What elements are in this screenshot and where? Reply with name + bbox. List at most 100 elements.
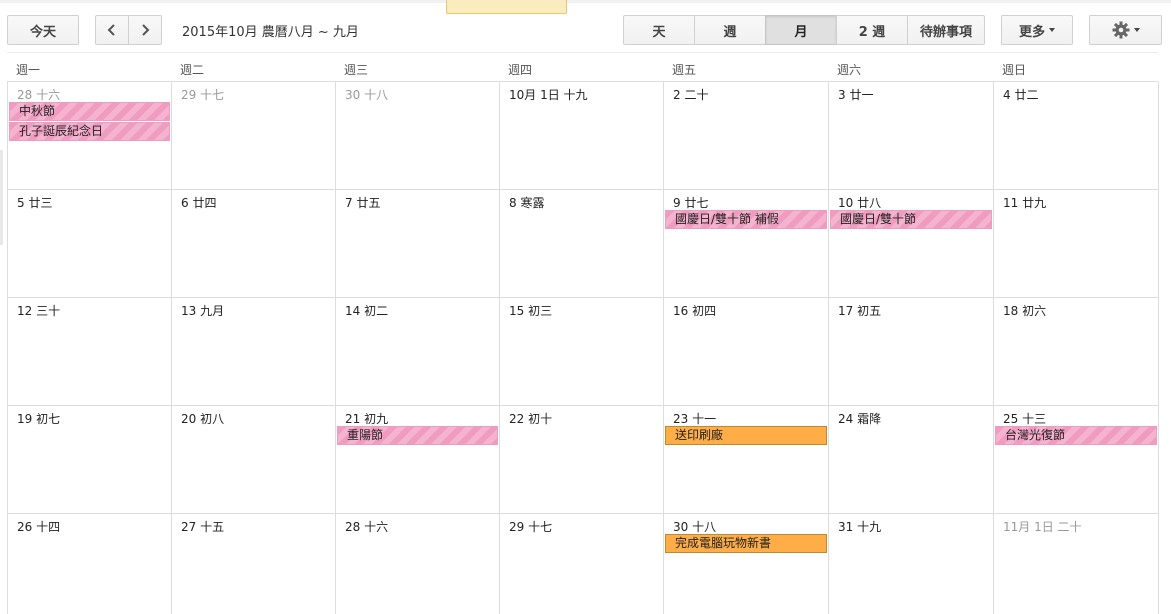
day-cell[interactable]: 19 初七	[8, 406, 172, 513]
day-number[interactable]: 11月 1日 二十	[1003, 518, 1082, 535]
day-number[interactable]: 30 十八	[345, 86, 388, 103]
day-cell[interactable]: 12 三十	[8, 298, 172, 405]
day-number[interactable]: 31 十九	[838, 518, 881, 535]
weekday-label: 週四	[508, 63, 533, 77]
weekday-header: 週一 週二 週三 週四 週五 週六 週日	[7, 52, 1158, 81]
day-number[interactable]: 21 初九	[345, 410, 388, 427]
task-event-chip[interactable]: 完成電腦玩物新書	[665, 534, 827, 553]
day-number[interactable]: 10 廿八	[838, 194, 881, 211]
day-cell[interactable]: 3 廿一	[829, 82, 994, 189]
chevron-left-icon	[107, 24, 115, 36]
day-cell[interactable]: 30 十八	[336, 82, 500, 189]
task-event-chip[interactable]: 送印刷廠	[665, 426, 827, 445]
holiday-event-chip[interactable]: 中秋節	[9, 102, 170, 121]
day-number[interactable]: 22 初十	[509, 410, 552, 427]
holiday-event-chip[interactable]: 台灣光復節	[995, 426, 1157, 445]
holiday-event-chip[interactable]: 孔子誕辰紀念日	[9, 122, 170, 141]
today-button[interactable]: 今天	[7, 15, 79, 45]
day-number[interactable]: 25 十三	[1003, 410, 1046, 427]
day-cell[interactable]: 29 十七	[500, 514, 664, 614]
view-day-button[interactable]: 天	[623, 15, 695, 45]
day-cell[interactable]: 26 十四	[8, 514, 172, 614]
day-number[interactable]: 9 廿七	[673, 194, 708, 211]
day-number[interactable]: 5 廿三	[17, 194, 52, 211]
day-cell[interactable]: 29 十七	[172, 82, 336, 189]
week-row: 26 十四 27 十五 28 十六 29 十七 30 十八 完成電腦玩物新書 31 十九 11…	[8, 514, 1159, 614]
view-2week-button[interactable]: 2 週	[836, 15, 908, 45]
settings-button[interactable]	[1089, 15, 1162, 45]
day-cell[interactable]: 30 十八 完成電腦玩物新書	[664, 514, 829, 614]
day-cell[interactable]: 10月 1日 十九	[500, 82, 664, 189]
day-number[interactable]: 6 廿四	[181, 194, 216, 211]
day-number[interactable]: 20 初八	[181, 410, 224, 427]
weekday-label: 週日	[1002, 63, 1027, 77]
day-number[interactable]: 19 初七	[17, 410, 60, 427]
next-period-button[interactable]	[128, 15, 162, 45]
day-cell[interactable]: 11 廿九	[994, 190, 1159, 297]
weekday-label: 週五	[672, 63, 697, 77]
calendar-toolbar: 今天 2015年10月 農曆八月 ~ 九月 天 週 月 2 週 待辦事項 更多	[0, 0, 1171, 52]
day-cell[interactable]: 25 十三 台灣光復節	[994, 406, 1159, 513]
holiday-event-chip[interactable]: 國慶日/雙十節	[830, 210, 992, 229]
day-cell[interactable]: 28 十六 中秋節 孔子誕辰紀念日	[8, 82, 172, 189]
caret-down-icon	[1133, 28, 1140, 32]
day-number[interactable]: 27 十五	[181, 518, 224, 535]
day-number[interactable]: 30 十八	[673, 518, 716, 535]
day-cell[interactable]: 13 九月	[172, 298, 336, 405]
holiday-event-chip[interactable]: 重陽節	[337, 426, 498, 445]
day-cell[interactable]: 5 廿三	[8, 190, 172, 297]
day-cell[interactable]: 23 十一 送印刷廠	[664, 406, 829, 513]
week-row: 5 廿三 6 廿四 7 廿五 8 寒露 9 廿七 國慶日/雙十節 補假 10 廿八 國慶日/雙…	[8, 190, 1159, 298]
day-cell[interactable]: 20 初八	[172, 406, 336, 513]
view-week-button[interactable]: 週	[694, 15, 766, 45]
day-number[interactable]: 7 廿五	[345, 194, 380, 211]
day-number[interactable]: 15 初三	[509, 302, 552, 319]
more-label: 更多	[1018, 24, 1045, 40]
week-row: 19 初七 20 初八 21 初九 重陽節 22 初十 23 十一 送印刷廠 24 霜降 25 …	[8, 406, 1159, 514]
day-cell[interactable]: 4 廿二	[994, 82, 1159, 189]
day-cell[interactable]: 8 寒露	[500, 190, 664, 297]
day-cell[interactable]: 6 廿四	[172, 190, 336, 297]
day-number[interactable]: 23 十一	[673, 410, 716, 427]
day-cell[interactable]: 11月 1日 二十	[994, 514, 1159, 614]
day-cell[interactable]: 21 初九 重陽節	[336, 406, 500, 513]
day-number[interactable]: 29 十七	[181, 86, 224, 103]
day-number[interactable]: 8 寒露	[509, 194, 544, 211]
day-cell[interactable]: 31 十九	[829, 514, 994, 614]
day-number[interactable]: 18 初六	[1003, 302, 1046, 319]
day-number[interactable]: 28 十六	[17, 86, 60, 103]
day-number[interactable]: 26 十四	[17, 518, 60, 535]
day-number[interactable]: 29 十七	[509, 518, 552, 535]
day-cell[interactable]: 28 十六	[336, 514, 500, 614]
day-number[interactable]: 28 十六	[345, 518, 388, 535]
day-cell[interactable]: 15 初三	[500, 298, 664, 405]
day-cell[interactable]: 17 初五	[829, 298, 994, 405]
day-cell[interactable]: 7 廿五	[336, 190, 500, 297]
day-cell[interactable]: 9 廿七 國慶日/雙十節 補假	[664, 190, 829, 297]
day-number[interactable]: 11 廿九	[1003, 194, 1046, 211]
day-number[interactable]: 14 初二	[345, 302, 388, 319]
day-cell[interactable]: 27 十五	[172, 514, 336, 614]
day-number[interactable]: 13 九月	[181, 302, 224, 319]
day-cell[interactable]: 22 初十	[500, 406, 664, 513]
day-number[interactable]: 4 廿二	[1003, 86, 1038, 103]
day-number[interactable]: 10月 1日 十九	[509, 86, 588, 103]
day-cell[interactable]: 10 廿八 國慶日/雙十節	[829, 190, 994, 297]
day-number[interactable]: 2 二十	[673, 86, 708, 103]
prev-period-button[interactable]	[95, 15, 129, 45]
holiday-event-chip[interactable]: 國慶日/雙十節 補假	[665, 210, 827, 229]
day-number[interactable]: 17 初五	[838, 302, 881, 319]
day-cell[interactable]: 2 二十	[664, 82, 829, 189]
day-number[interactable]: 3 廿一	[838, 86, 873, 103]
day-cell[interactable]: 24 霜降	[829, 406, 994, 513]
view-month-button[interactable]: 月	[765, 15, 837, 45]
day-cell[interactable]: 16 初四	[664, 298, 829, 405]
more-button[interactable]: 更多	[1001, 15, 1073, 45]
side-scroll-handle[interactable]	[0, 150, 3, 245]
day-number[interactable]: 16 初四	[673, 302, 716, 319]
day-cell[interactable]: 18 初六	[994, 298, 1159, 405]
day-cell[interactable]: 14 初二	[336, 298, 500, 405]
day-number[interactable]: 12 三十	[17, 302, 60, 319]
day-number[interactable]: 24 霜降	[838, 410, 881, 427]
view-agenda-button[interactable]: 待辦事項	[907, 15, 985, 45]
